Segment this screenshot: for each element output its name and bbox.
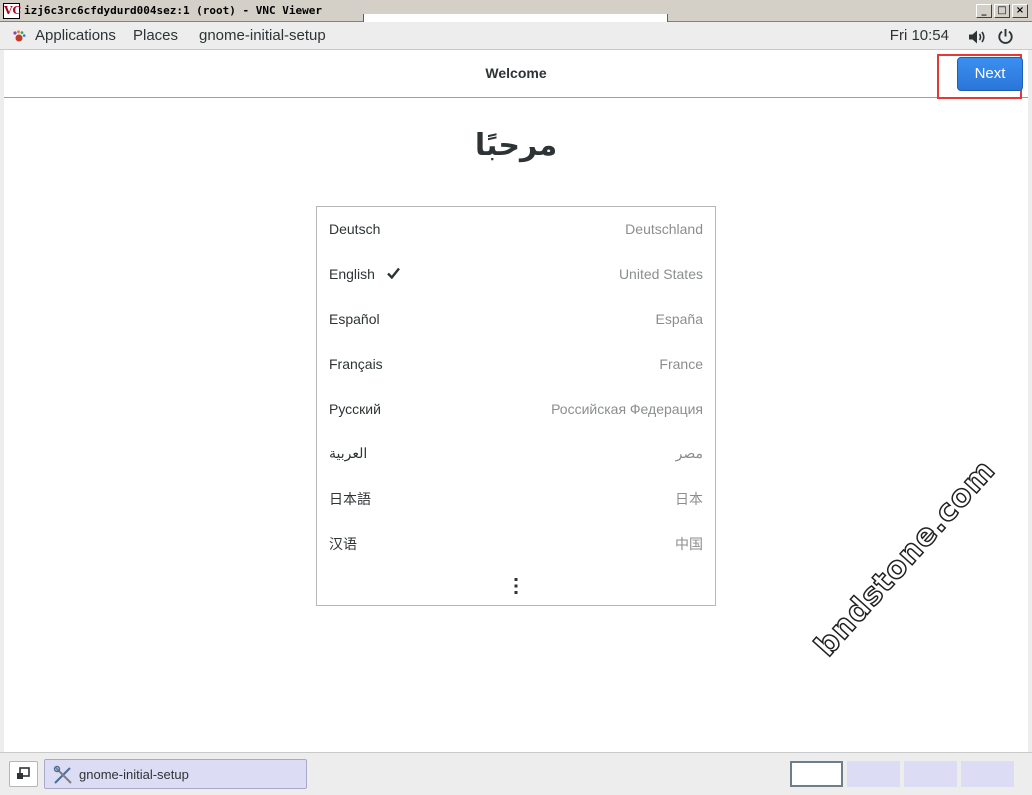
language-list: Deutsch Deutschland English United State… xyxy=(316,206,716,606)
power-icon[interactable] xyxy=(997,28,1014,45)
list-item-russian[interactable]: Русский Российская Федерация xyxy=(317,387,715,432)
list-item-arabic[interactable]: العربية مصر xyxy=(317,431,715,476)
language-region: مصر xyxy=(675,445,703,461)
check-icon xyxy=(387,267,400,279)
gnome-foot-icon[interactable] xyxy=(12,30,26,44)
language-name: Deutsch xyxy=(329,221,381,237)
page-title: Welcome xyxy=(485,65,547,81)
language-name: Français xyxy=(329,356,383,372)
language-name: English xyxy=(329,266,375,282)
minimize-button[interactable]: _ xyxy=(976,4,992,18)
language-name: 日本語 xyxy=(329,491,371,507)
list-item-english[interactable]: English United States xyxy=(317,252,715,297)
window-controls: _ □ × xyxy=(976,4,1028,18)
volume-icon[interactable] xyxy=(968,29,986,45)
workspace-2[interactable] xyxy=(847,761,900,787)
list-item-chinese[interactable]: 汉语 中国 xyxy=(317,520,715,565)
language-region: France xyxy=(659,356,703,372)
vnc-window-title: izj6c3rc6cfdydurd004sez:1 (root) - VNC V… xyxy=(24,4,323,17)
show-desktop-icon xyxy=(17,767,30,779)
language-region: 中国 xyxy=(675,536,703,552)
applications-menu[interactable]: Applications xyxy=(35,27,116,44)
app-menu[interactable]: gnome-initial-setup xyxy=(199,27,326,44)
maximize-button[interactable]: □ xyxy=(994,4,1010,18)
gnome-top-bar: Applications Places gnome-initial-setup … xyxy=(0,22,1032,50)
list-item-japanese[interactable]: 日本語 日本 xyxy=(317,475,715,520)
workspace-4[interactable] xyxy=(961,761,1014,787)
workspace-1[interactable] xyxy=(790,761,843,787)
bottom-taskbar: gnome-initial-setup xyxy=(0,752,1032,795)
list-item-espanol[interactable]: Español España xyxy=(317,297,715,342)
language-region: Deutschland xyxy=(625,221,703,237)
welcome-heading: مرحبًا xyxy=(474,128,558,163)
task-label: gnome-initial-setup xyxy=(79,767,189,782)
close-button[interactable]: × xyxy=(1012,4,1028,18)
list-item-deutsch[interactable]: Deutsch Deutschland xyxy=(317,207,715,252)
language-region: 日本 xyxy=(675,491,703,507)
taskbar-item-initial-setup[interactable]: gnome-initial-setup xyxy=(44,759,307,789)
vnc-logo-icon: VC xyxy=(3,3,22,19)
setup-header: Welcome Next xyxy=(4,50,1028,99)
tools-icon xyxy=(53,765,72,784)
list-item-francais[interactable]: Français France xyxy=(317,342,715,387)
watermark: bndstone.com xyxy=(807,452,1003,664)
language-region: United States xyxy=(618,266,703,282)
language-name: Español xyxy=(329,311,380,327)
vnc-titlebar: VC izj6c3rc6cfdydurd004sez:1 (root) - VN… xyxy=(0,0,1032,28)
clock[interactable]: Fri 10:54 xyxy=(890,27,949,44)
language-region: España xyxy=(655,311,703,327)
language-name: 汉语 xyxy=(329,536,357,552)
language-name: Русский xyxy=(329,401,381,417)
language-name: العربية xyxy=(329,445,368,461)
places-menu[interactable]: Places xyxy=(133,27,178,44)
next-button[interactable]: Next xyxy=(957,57,1023,91)
language-region: Российская Федерация xyxy=(551,401,703,417)
show-desktop-button[interactable] xyxy=(9,761,38,787)
workspace-3[interactable] xyxy=(904,761,957,787)
more-languages-icon[interactable] xyxy=(513,577,519,595)
